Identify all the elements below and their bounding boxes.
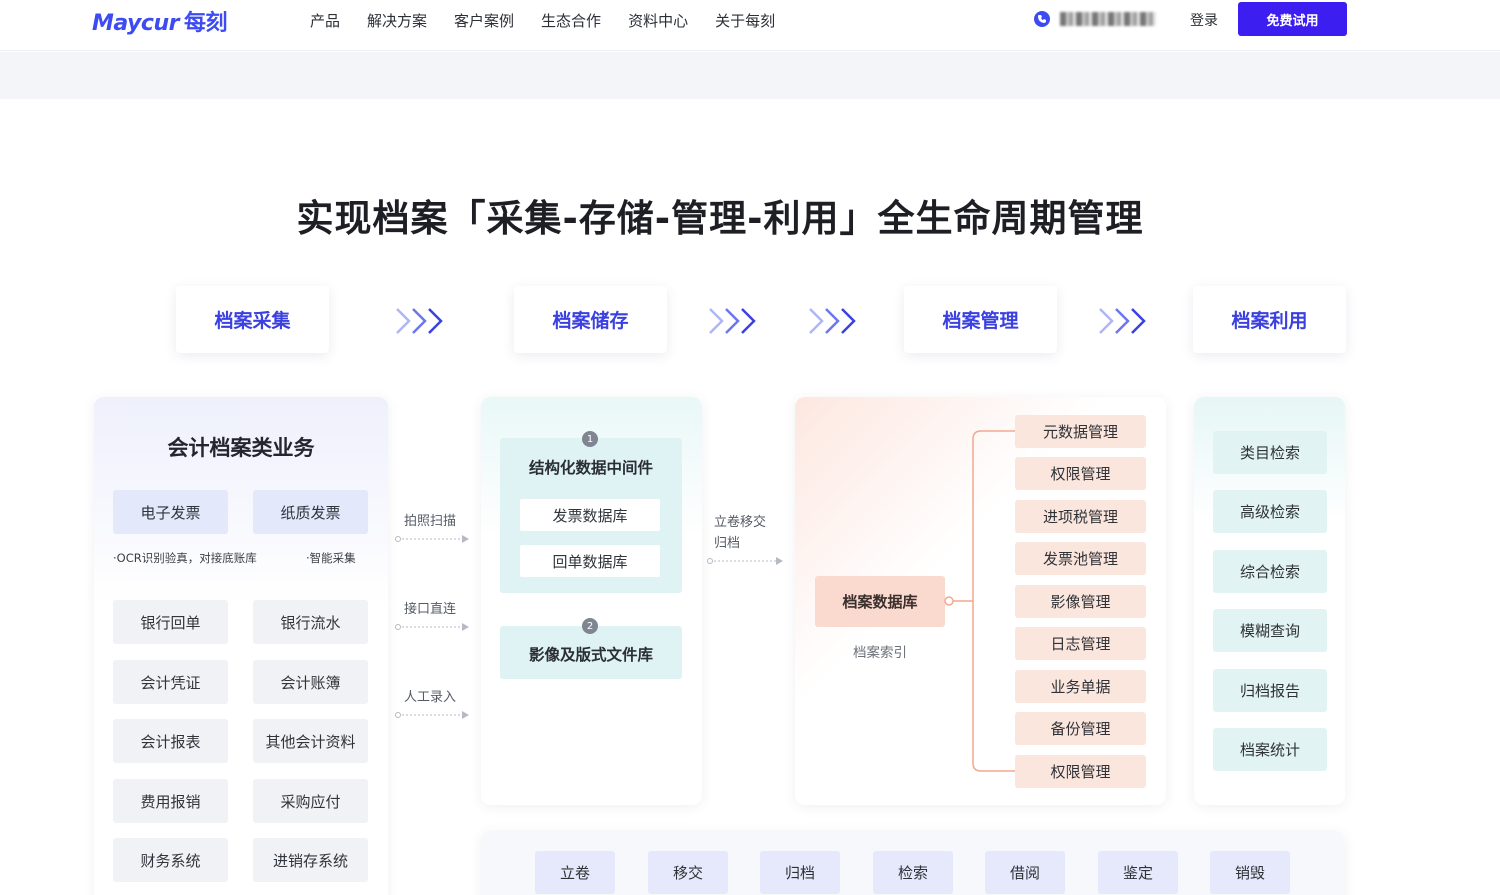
chevron-right-icon [1099,308,1146,334]
note-smart: ·智能采集 [306,551,356,565]
accounting-title: 会计档案类业务 [167,436,315,460]
mgmt-invoice-pool: 发票池管理 [1015,542,1146,575]
step-badge-2: 2 [582,618,598,634]
nav-item-product[interactable]: 产品 [310,10,340,31]
image-file-title: 影像及版式文件库 [528,646,653,664]
tree-connector [944,430,1015,772]
stage-store: 档案储存 [514,286,667,353]
mgmt-backup: 备份管理 [1015,712,1146,745]
lifecycle-transfer: 移交 [648,851,728,894]
login-link[interactable]: 登录 [1190,10,1218,30]
chip-e-invoice: 电子发票 [113,490,228,534]
chip-voucher: 会计凭证 [113,660,228,704]
nav-item-ecosystem[interactable]: 生态合作 [541,10,601,31]
nav-item-about[interactable]: 关于每刻 [715,10,775,31]
transfer-label-1: 立卷移交 [714,515,767,530]
lifecycle-borrow: 借阅 [985,851,1065,894]
mgmt-image: 影像管理 [1015,585,1146,618]
page-title: 实现档案「采集-存储-管理-利用」全生命周期管理 [296,197,1144,240]
lifecycle-appraise: 鉴定 [1098,851,1178,894]
arrow-right-icon [395,535,469,543]
logo-text: Maycur [92,11,179,36]
use-advanced-search: 高级检索 [1213,490,1327,533]
use-combined-search: 综合检索 [1213,550,1327,593]
chip-bank-receipt: 银行回单 [113,600,228,644]
nav-item-cases[interactable]: 客户案例 [454,10,514,31]
chip-other: 其他会计资料 [253,719,368,763]
logo[interactable]: Maycur 每刻 [92,5,227,37]
chevron-right-icon [709,308,756,334]
step-badge-1: 1 [582,431,598,447]
chip-paper-invoice: 纸质发票 [253,490,368,534]
mgmt-business-docs: 业务单据 [1015,670,1146,703]
use-archive-report: 归档报告 [1213,669,1327,712]
invoice-database: 发票数据库 [520,499,660,531]
use-archive-stats: 档案统计 [1213,728,1327,771]
chip-finance-system: 财务系统 [113,838,228,882]
nav-item-solutions[interactable]: 解决方案 [367,10,427,31]
chevron-right-icon [809,308,856,334]
mgmt-log: 日志管理 [1015,627,1146,660]
free-trial-button[interactable]: 免费试用 [1238,2,1347,36]
method-api: 接口直连 [404,602,457,617]
lifecycle-filing: 立卷 [535,851,615,894]
phone-icon [1034,11,1050,27]
mgmt-permission: 权限管理 [1015,457,1146,490]
archive-index-label: 档案索引 [853,645,907,661]
mgmt-input-tax: 进项税管理 [1015,500,1146,533]
method-manual: 人工录入 [404,690,457,705]
lifecycle-search: 检索 [873,851,953,894]
phone-number-blurred [1060,12,1156,26]
lifecycle-destroy: 销毁 [1210,851,1290,894]
stage-manage: 档案管理 [904,286,1057,353]
transfer-label-2: 归档 [714,536,741,551]
nav-menu: 产品 解决方案 客户案例 生态合作 资料中心 关于每刻 [310,10,775,31]
mgmt-metadata: 元数据管理 [1015,415,1146,448]
method-scan: 拍照扫描 [404,514,457,529]
chip-bank-statement: 银行流水 [253,600,368,644]
header-band [0,52,1500,99]
arrow-right-icon [707,557,783,565]
use-category-search: 类目检索 [1213,431,1327,474]
chip-ledger: 会计账簿 [253,660,368,704]
arrow-right-icon [395,623,469,631]
receipt-database: 回单数据库 [520,545,660,577]
mgmt-permission-2: 权限管理 [1015,755,1146,788]
nav-item-resources[interactable]: 资料中心 [628,10,688,31]
chevron-right-icon [396,308,443,334]
top-nav: Maycur 每刻 产品 解决方案 客户案例 生态合作 资料中心 关于每刻 登录 … [0,0,1500,51]
chip-expense: 费用报销 [113,779,228,823]
chip-report: 会计报表 [113,719,228,763]
use-fuzzy-query: 模糊查询 [1213,609,1327,652]
arrow-right-icon [395,711,469,719]
chip-procurement: 采购应付 [253,779,368,823]
note-ocr: ·OCR识别验真，对接底账库 [113,551,257,565]
chip-inventory-system: 进销存系统 [253,838,368,882]
stage-use: 档案利用 [1193,286,1346,353]
lifecycle-archive: 归档 [760,851,840,894]
archive-database: 档案数据库 [815,576,945,627]
logo-cn: 每刻 [183,11,228,36]
structured-middleware-title: 结构化数据中间件 [528,459,653,477]
stage-collect: 档案采集 [176,286,329,353]
